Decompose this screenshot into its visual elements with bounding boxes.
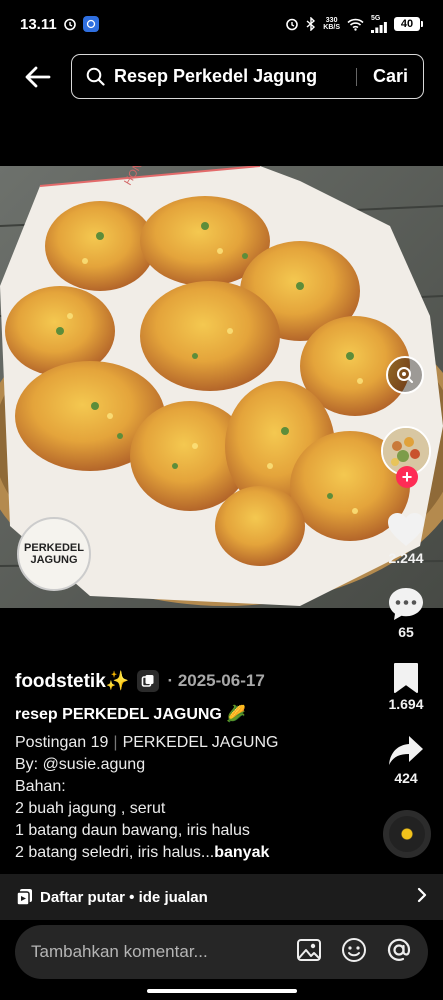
chevron-right-icon [417,887,427,908]
emoji-icon[interactable] [341,937,367,968]
save-count: 1.694 [388,696,424,712]
series-separator: | [113,734,118,751]
caption-line: 2 batang seledri, iris halus... [15,844,215,861]
battery-level: 40 [394,17,420,31]
music-disc-icon[interactable] [383,810,431,858]
like-count: 2.244 [388,550,424,566]
wifi-icon [347,18,364,31]
post-title: resep PERKEDEL JAGUNG 🌽 [15,706,247,723]
visual-search-button[interactable] [386,356,424,394]
caption-icon [137,670,160,692]
post-series: PERKEDEL JAGUNG [122,734,279,751]
alarm-icon [63,17,77,31]
caption-line: By: @susie.agung [15,756,146,773]
post-series-line[interactable]: Postingan 19 | PERKEDEL JAGUNG [15,732,365,754]
app-notification-icon [82,16,99,32]
search-input[interactable]: Resep Perkedel Jagung [114,66,317,87]
mention-icon[interactable] [386,937,412,968]
image-icon[interactable] [296,938,322,967]
search-submit-button[interactable]: Cari [373,66,408,87]
playlist-icon [16,888,34,906]
caption-line: Bahan: [15,778,66,795]
share-arrow-icon [389,736,423,765]
bookmark-icon [394,663,418,693]
watermark-logo: PERKEDEL JAGUNG [17,517,91,591]
caption-line: 1 batang daun bawang, iris halus [15,822,250,839]
comment-action[interactable]: 65 [372,586,440,640]
alarm-icon [285,17,299,31]
search-header: Resep Perkedel Jagung Cari [0,54,443,100]
follow-button[interactable]: + [396,466,418,488]
see-more-button[interactable]: banyak [214,844,269,861]
post-date: · 2025-06-17 [167,671,265,690]
heart-icon [388,513,424,546]
home-indicator[interactable] [147,989,297,993]
playlist-label: Daftar putar • ide jualan [40,888,208,906]
like-action[interactable]: 2.244 [372,512,440,566]
caption-last-line: 2 batang seledri, iris halus...banyak [15,842,365,864]
comment-input[interactable]: Tambahkan komentar... [31,942,208,962]
arrow-left-icon [25,66,51,88]
caption-line: 2 buah jagung , serut [15,800,166,817]
share-count: 424 [394,770,418,786]
watermark-line1: PERKEDEL [24,542,84,554]
network-speed: 330 KB/S [323,17,340,31]
lens-icon [397,367,413,383]
back-button[interactable] [22,62,54,92]
clock: 13.11 [20,15,57,33]
search-box[interactable]: Resep Perkedel Jagung Cari [71,54,424,99]
status-bar: 13.11 330 KB/S 5G 40 [0,0,443,48]
comment-bubble-icon [389,588,423,620]
post-label: Postingan 19 [15,734,109,751]
signal-icon: 5G [371,15,387,33]
author-name[interactable]: foodstetik✨ [15,669,129,693]
search-icon [86,67,106,87]
search-divider [356,68,357,86]
bluetooth-icon [306,17,316,31]
comment-bar[interactable]: Tambahkan komentar... [15,925,428,979]
watermark-line2: JAGUNG [30,554,78,566]
caption: foodstetik✨ · 2025-06-17 resep PERKEDEL … [15,668,365,864]
playlist-bar[interactable]: Daftar putar • ide jualan [0,874,443,920]
save-action[interactable]: 1.694 [372,662,440,712]
battery-icon: 40 [394,17,423,31]
creator-avatar-wrap[interactable]: + [381,426,431,488]
comment-count: 65 [398,624,414,640]
share-action[interactable]: 424 [372,734,440,786]
